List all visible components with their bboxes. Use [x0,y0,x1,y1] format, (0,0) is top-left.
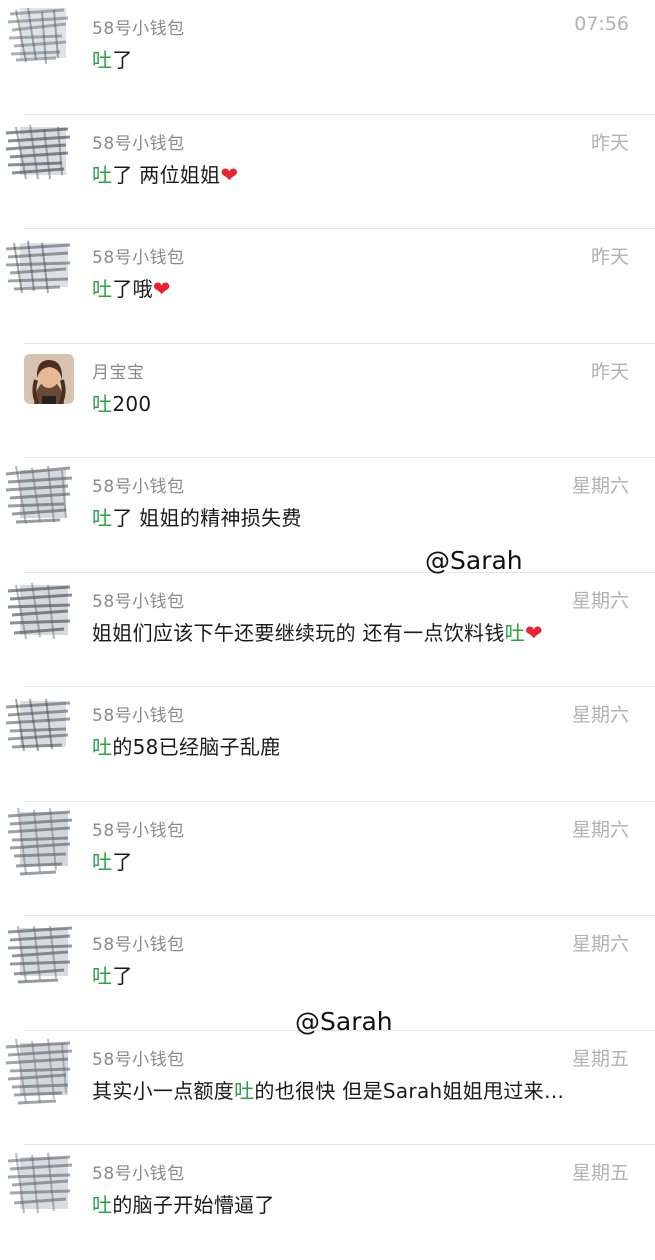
conversation-row[interactable]: 58号小钱包 昨天 吐了哦❤ [0,229,655,344]
conversation-row[interactable]: 58号小钱包 星期六 姐姐们应该下午还要继续玩的 还有一点饮料钱吐❤ [0,573,655,687]
watermark-text: @Sarah [425,546,523,575]
highlight-text: 吐 [92,277,113,301]
message-preview: 吐了 [92,846,133,875]
scribbled-avatar-icon [7,582,74,639]
contact-name: 58号小钱包 [92,133,185,154]
message-time: 星期六 [571,818,629,841]
message-time: 星期六 [571,589,629,612]
scribbled-avatar-icon [5,697,74,752]
highlight-text: 吐 [92,506,113,530]
conversation-row[interactable]: 58号小钱包 07:56 吐了 [0,0,655,115]
message-time: 昨天 [590,360,629,383]
contact-name: 58号小钱包 [92,248,185,268]
scribbled-avatar-icon [7,925,74,984]
message-text: 200 [112,391,152,416]
message-preview: 姐姐们应该下午还要继续玩的 还有一点饮料钱吐❤ [92,617,543,646]
message-text: 的58已经脑子乱鹿 [112,735,281,759]
highlight-text: 吐 [92,964,113,988]
contact-name: 58号小钱包 [92,19,185,39]
scribbled-avatar-icon [7,7,74,65]
conversation-row[interactable]: 58号小钱包 星期五 其实小一点额度吐的也很快 但是Sarah姐姐甩过来… [0,1031,655,1145]
message-preview: 吐200 [92,388,151,417]
message-time: 昨天 [590,131,629,154]
highlight-text: 吐 [92,48,113,72]
message-text: 了哦 [112,277,153,301]
message-text: 的脑子开始懵逼了 [112,1193,275,1217]
highlight-text: 吐 [92,849,113,874]
highlight-text: 吐 [234,1078,255,1103]
message-time: 星期六 [571,704,629,726]
contact-name: 58号小钱包 [92,935,185,955]
watermark-text: @Sarah [295,1007,393,1036]
message-text-before: 其实小一点额度 [92,1078,235,1103]
conversation-row[interactable]: 58号小钱包 星期六 吐的58已经脑子乱鹿 [0,687,655,802]
heart-emoji: ❤ [152,277,171,301]
highlight-text: 吐 [92,1193,113,1217]
message-preview: 其实小一点额度吐的也很快 但是Sarah姐姐甩过来… [92,1075,564,1104]
heart-emoji: ❤ [220,162,239,187]
message-preview: 吐了 姐姐的精神损失费 [92,502,302,531]
highlight-text: 吐 [92,735,113,759]
message-preview: 吐了 [92,44,133,73]
message-text: 了 [112,849,133,874]
heart-emoji: ❤ [524,620,543,645]
message-preview: 吐的脑子开始懵逼了 [92,1189,275,1218]
contact-name: 58号小钱包 [92,1049,185,1070]
message-preview: 吐了哦❤ [92,273,171,302]
message-preview: 吐了 [92,960,133,989]
scribbled-avatar-icon [7,807,74,875]
conversation-row[interactable]: 月宝宝 昨天 吐200 [0,344,655,458]
message-time: 星期五 [571,1047,629,1070]
highlight-text: 吐 [92,391,113,416]
highlight-text: 吐 [504,620,525,645]
message-text: 了 两位姐姐 [112,162,221,187]
contact-name: 58号小钱包 [92,591,185,612]
message-text: 了 [112,964,133,988]
contact-name: 月宝宝 [92,362,145,383]
conversation-list: 58号小钱包 07:56 吐了 58号小钱包 昨天 吐了 两位姐姐❤ 58号小钱… [0,0,655,1260]
message-text: 的也很快 但是Sarah姐姐甩过来… [254,1078,565,1103]
message-time: 星期五 [571,1162,629,1184]
message-time: 昨天 [590,246,629,268]
message-time: 星期六 [571,475,629,497]
conversation-row[interactable]: 58号小钱包 星期五 吐的脑子开始懵逼了 [0,1145,655,1260]
scribbled-avatar-icon [5,239,74,294]
scribbled-avatar-icon [5,465,74,525]
message-preview: 吐的58已经脑子乱鹿 [92,731,280,760]
highlight-text: 吐 [92,162,113,187]
message-preview: 吐了 两位姐姐❤ [92,159,238,188]
conversation-row[interactable]: 58号小钱包 昨天 吐了 两位姐姐❤ [0,115,655,229]
contact-name: 58号小钱包 [92,706,185,726]
contact-name: 58号小钱包 [92,820,185,841]
contact-name: 58号小钱包 [92,477,185,497]
message-text: 了 [112,48,133,72]
scribbled-avatar-icon [7,1152,74,1214]
message-text: 了 姐姐的精神损失费 [112,506,302,530]
portrait-avatar-icon [24,353,74,404]
scribbled-avatar-icon [5,1038,74,1104]
conversation-row[interactable]: 58号小钱包 星期六 吐了 姐姐的精神损失费 [0,458,655,573]
contact-name: 58号小钱包 [92,1164,185,1184]
message-time: 07:56 [574,13,629,35]
conversation-row[interactable]: 58号小钱包 星期六 吐了 [0,802,655,916]
message-time: 星期六 [571,933,629,955]
message-text-before: 姐姐们应该下午还要继续玩的 还有一点饮料钱 [92,620,505,645]
scribbled-avatar-icon [5,124,74,179]
